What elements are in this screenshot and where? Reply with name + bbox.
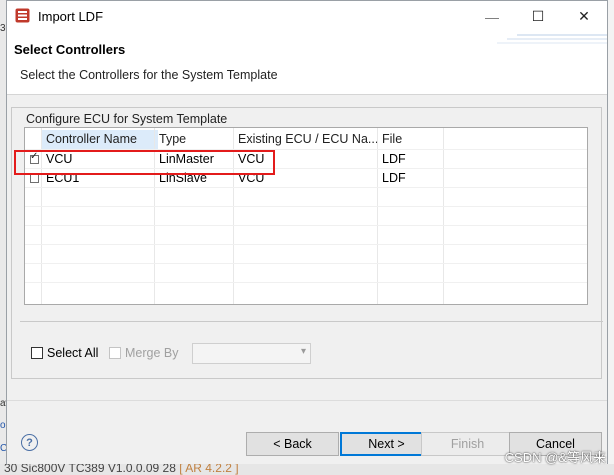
merge-by-checkbox[interactable]: Merge By (109, 345, 189, 361)
divider (20, 321, 603, 322)
header-decoration (497, 34, 607, 44)
app-icon (15, 8, 30, 23)
import-ldf-dialog: Import LDF — ☐ ✕ Select Controllers Sele… (6, 0, 608, 464)
merge-by-label: Merge By (125, 346, 179, 360)
column-header-type[interactable]: Type (159, 130, 234, 149)
column-header-existing-ecu[interactable]: Existing ECU / ECU Na... (238, 130, 378, 149)
select-all-checkbox[interactable]: Select All (31, 345, 111, 361)
minimize-icon[interactable]: — (469, 1, 515, 32)
background-editor-right (607, 0, 614, 475)
back-button[interactable]: < Back (246, 432, 339, 456)
help-icon[interactable]: ? (21, 434, 38, 451)
dropdown-arrow-icon[interactable]: ▾ (301, 346, 306, 357)
watermark: CSDN @&等风来 (504, 450, 606, 465)
page-title: Select Controllers (14, 42, 126, 57)
highlight-annotation (14, 150, 275, 175)
column-header-file[interactable]: File (382, 130, 442, 149)
checkbox-icon[interactable] (109, 347, 121, 359)
wizard-header: Select Controllers Select the Controller… (7, 32, 607, 95)
cell-file: LDF (382, 152, 406, 166)
finish-button[interactable]: Finish (421, 432, 514, 456)
checkbox-icon[interactable] (31, 347, 43, 359)
status-text: 30 Sic800V TC389 V1.0.0.09 28 (4, 464, 180, 475)
row-checkbox-icon[interactable] (30, 174, 39, 183)
configure-ecu-group: Configure ECU for System Template Contro… (11, 107, 603, 379)
title-bar: Import LDF — ☐ ✕ (7, 1, 607, 32)
close-icon[interactable]: ✕ (561, 1, 607, 32)
status-ar-version: [ AR 4.2.2 ] (179, 464, 239, 475)
next-button[interactable]: Next > (340, 432, 433, 456)
window-title: Import LDF (38, 9, 104, 24)
cell-file: LDF (382, 171, 406, 185)
column-header-controller-name[interactable]: Controller Name (42, 130, 158, 149)
select-all-label: Select All (47, 346, 99, 360)
maximize-icon[interactable]: ☐ (515, 1, 561, 32)
merge-by-dropdown[interactable]: ▾ (192, 343, 311, 364)
wizard-content: Configure ECU for System Template Contro… (7, 95, 607, 400)
group-label: Configure ECU for System Template (23, 112, 231, 126)
page-description: Select the Controllers for the System Te… (20, 68, 278, 82)
